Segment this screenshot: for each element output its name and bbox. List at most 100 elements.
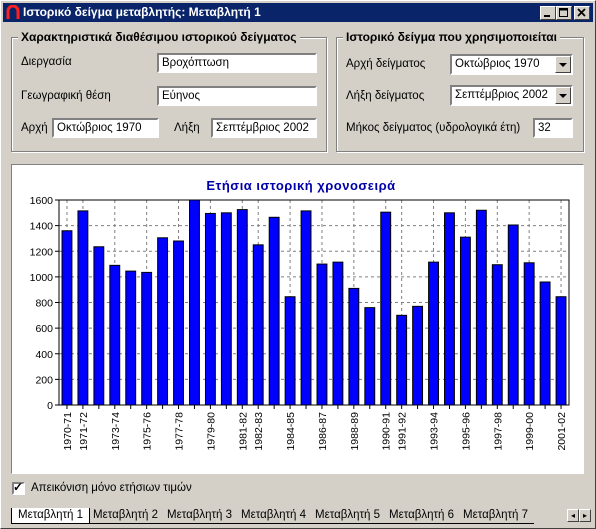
tab-variable-1[interactable]: Μεταβλητή 1 (11, 508, 91, 524)
sample-end-value: Σεπτέμβριος 2002 (455, 89, 548, 101)
x-tick-label: 1984-85 (285, 412, 297, 451)
annual-only-checkbox[interactable]: ✓ (12, 480, 25, 495)
sample-end-label: Λήξη δείγματος (346, 90, 425, 102)
maximize-button[interactable] (556, 6, 572, 20)
tab-scroll-left-button[interactable]: ◂ (567, 509, 579, 522)
chart-panel: Ετήσια ιστορική χρονοσειρά 0 200 400 600 800… (11, 164, 584, 474)
x-tick-label: 1986-87 (317, 412, 329, 451)
bar-1970-71 (61, 230, 73, 406)
sample-start-select[interactable]: Οκτώβριος 1970 (450, 54, 573, 75)
maximize-icon (559, 8, 568, 17)
tab-variable-6[interactable]: Μεταβλητή 6 (383, 508, 461, 524)
title-bar[interactable]: Ιστορικό δείγμα μεταβλητής: Μεταβλητή 1 (3, 3, 593, 22)
annual-only-label[interactable]: Απεικόνιση μόνο ετήσιων τιμών (31, 482, 192, 494)
minimize-button[interactable] (540, 6, 556, 20)
x-tick-label: 1971-72 (78, 412, 90, 451)
x-tick-label: 1997-98 (492, 412, 504, 451)
y-tick-label: 400 (35, 349, 53, 361)
bar-1991-92 (396, 314, 408, 406)
x-tick-label: 1977-78 (174, 412, 186, 451)
location-field[interactable]: Εύηνος (157, 86, 317, 106)
end-field[interactable]: Σεπτέμβριος 2002 (211, 118, 317, 138)
chevron-down-icon[interactable] (555, 87, 571, 104)
tab-variable-2[interactable]: Μεταβλητή 2 (87, 508, 165, 524)
bar-1995-96 (459, 236, 471, 406)
bar-1999-00 (523, 262, 535, 406)
y-tick-label: 800 (35, 298, 53, 310)
bar-1977-78 (173, 240, 184, 406)
bar-1982-83 (252, 244, 264, 406)
tab-variable-3[interactable]: Μεταβλητή 3 (161, 508, 239, 524)
x-tick-label: 1991-92 (397, 412, 409, 451)
bar-1997-98 (491, 264, 503, 406)
bar-1981-82 (236, 209, 248, 406)
check-icon: ✓ (13, 480, 24, 494)
start-label: Αρχή (21, 122, 48, 134)
bar-1974-75 (125, 270, 137, 406)
bar-1994-95 (444, 212, 455, 406)
bar-1993-94 (428, 261, 439, 406)
bar-1996-97 (475, 209, 487, 406)
close-button[interactable] (574, 6, 590, 20)
bar-1971-72 (77, 210, 89, 406)
x-tick-label: 1982-83 (253, 412, 265, 451)
sample-length-field[interactable]: 32 (533, 118, 573, 138)
y-tick-label: 1200 (30, 246, 54, 258)
bar-1975-76 (141, 271, 153, 406)
sample-length-label: Μήκος δείγματος (υδρολογικά έτη) (346, 122, 521, 134)
process-field[interactable]: Βροχόπτωση (157, 53, 317, 73)
available-sample-group-title: Χαρακτηριστικά διαθέσιμου ιστορικού δείγ… (18, 30, 300, 44)
chart-title: Ετήσια ιστορική χρονοσειρά (206, 178, 395, 193)
x-tick-label: 1993-94 (429, 412, 441, 451)
y-tick-label: 200 (35, 374, 53, 386)
tab-variable-5[interactable]: Μεταβλητή 5 (309, 508, 387, 524)
available-sample-group: Χαρακτηριστικά διαθέσιμου ιστορικού δείγ… (11, 30, 327, 152)
x-tick-label: 1975-76 (142, 412, 154, 451)
minimize-icon (544, 15, 550, 17)
bar-1990-91 (380, 211, 392, 406)
x-tick-label: 1999-00 (524, 412, 536, 451)
tab-scroll-right-button[interactable]: ▸ (579, 509, 591, 522)
variable-tabs: Μεταβλητή 1 Μεταβλητή 2 Μεταβλητή 3 Μεταβλη… (11, 508, 591, 526)
y-tick-label: 1400 (30, 221, 54, 233)
bar-1978-79 (189, 199, 200, 406)
bar-1985-86 (300, 210, 312, 406)
used-sample-group-title: Ιστορικό δείγμα που χρησιμοποιείται (343, 30, 560, 44)
sample-end-select[interactable]: Σεπτέμβριος 2002 (450, 85, 573, 106)
bar-1980-81 (220, 212, 232, 406)
x-tick-label: 2001-02 (556, 412, 568, 451)
bar-1988-89 (348, 287, 360, 406)
y-tick-label: 0 (47, 400, 53, 412)
x-tick-label: 1995-96 (460, 412, 472, 451)
main-window: Ιστορικό δείγμα μεταβλητής: Μεταβλητή 1 … (0, 0, 596, 529)
window-title: Ιστορικό δείγμα μεταβλητής: Μεταβλητή 1 (23, 5, 261, 19)
annual-timeseries-chart: Ετήσια ιστορική χρονοσειρά 0 200 400 600 800… (30, 178, 570, 451)
start-field[interactable]: Οκτώβριος 1970 (52, 118, 159, 138)
location-label: Γεωγραφική θέση (21, 90, 111, 102)
x-tick-label: 1981-82 (237, 412, 249, 451)
bar-2000-01 (539, 281, 551, 406)
end-label: Λήξη (174, 122, 200, 134)
x-tick-label: 1970-71 (62, 412, 74, 451)
bar-1983-84 (268, 216, 280, 406)
bar-1973-74 (109, 264, 121, 406)
x-tick-label: 1973-74 (110, 412, 122, 451)
tab-variable-4[interactable]: Μεταβλητή 4 (235, 508, 313, 524)
bar-2001-02 (555, 296, 567, 406)
y-tick-label: 1000 (30, 272, 54, 284)
bar-1998-99 (507, 224, 519, 406)
chevron-down-icon[interactable] (555, 56, 571, 73)
tab-variable-7[interactable]: Μεταβλητή 7 (457, 508, 535, 524)
x-tick-label: 1990-91 (381, 412, 393, 451)
used-sample-group: Ιστορικό δείγμα που χρησιμοποιείται Αρχή… (336, 30, 584, 152)
sample-start-label: Αρχή δείγματος (346, 58, 426, 70)
bar-1984-85 (284, 296, 296, 406)
bar-1987-88 (332, 261, 344, 406)
close-icon (577, 8, 586, 17)
y-tick-label: 600 (35, 323, 53, 335)
y-tick-label: 1600 (30, 195, 54, 207)
bar-1979-80 (204, 212, 216, 406)
x-tick-label: 1988-89 (349, 412, 361, 451)
bar-1992-93 (412, 305, 424, 406)
bar-1989-90 (364, 307, 376, 406)
